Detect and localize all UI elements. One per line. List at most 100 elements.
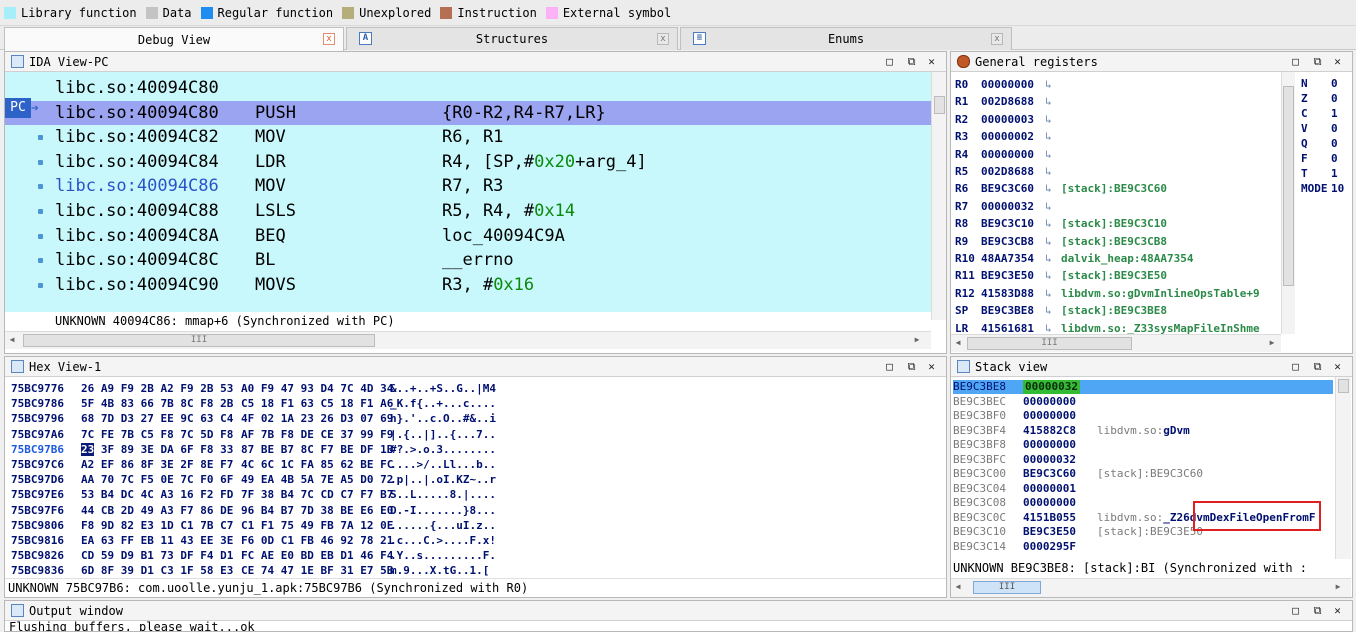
hex-bytes[interactable]: EA 63 FF EB 11 43 EE 3E <box>81 533 233 548</box>
hex-row[interactable]: 75BC9786 5F 4B 83 66 7B 8C F8 2B C5 18 F1 … <box>11 396 941 411</box>
maximize-icon[interactable]: ⧉ <box>905 55 918 68</box>
asm-line[interactable]: libc.so:40094C80 PUSH {R0-R2,R4-R7,LR} <box>5 100 931 125</box>
flag-row[interactable]: N0 <box>1301 76 1351 91</box>
hex-bytes[interactable]: 4C 6C 1C FA 85 62 BE FC <box>241 457 393 472</box>
stack-row[interactable]: BE9C3BF0 00000000 <box>953 409 1333 423</box>
hex-bytes[interactable]: 5F 4B 83 66 7B 8C F8 2B <box>81 396 233 411</box>
vertical-scrollbar[interactable] <box>1335 377 1351 559</box>
jump-arrow-icon[interactable]: ↳ <box>1045 267 1052 284</box>
stack-row[interactable]: BE9C3C14 0000295F <box>953 540 1333 554</box>
hex-row[interactable]: 75BC97C6 A2 EF 86 8F 3E 2F 8E F7 4C 6C 1C … <box>11 457 941 472</box>
flag-row[interactable]: T1 <box>1301 166 1351 181</box>
hex-bytes[interactable]: 44 CB 2D 49 A3 F7 86 DE <box>81 503 233 518</box>
maximize-icon[interactable]: ⧉ <box>1311 55 1324 68</box>
hex-row[interactable]: 75BC97F6 44 CB 2D 49 A3 F7 86 DE 96 B4 B7 … <box>11 503 941 518</box>
asm-line[interactable]: libc.so:40094C82 MOV R6, R1 <box>5 125 931 149</box>
scroll-left-icon[interactable]: ◀ <box>951 338 965 347</box>
scroll-right-icon[interactable]: ▶ <box>1265 338 1279 347</box>
hex-ascii[interactable]: ....>/..Ll...b.. <box>390 457 496 472</box>
hex-ascii[interactable]: S..L.....8.|.... <box>390 487 496 502</box>
jump-arrow-icon[interactable]: ↳ <box>1045 215 1052 232</box>
asm-line[interactable]: libc.so:40094C88 LSLS R5, R4, #0x14 <box>5 199 931 223</box>
scroll-right-icon[interactable]: ▶ <box>910 335 924 344</box>
hex-row[interactable]: 75BC97B6 23 3F 89 3E DA 6F F8 33 87 BE B7 … <box>11 442 941 457</box>
close-icon[interactable]: ✕ <box>1331 55 1344 68</box>
horizontal-scrollbar[interactable]: ◀ III ▶ <box>951 578 1351 597</box>
jump-arrow-icon[interactable]: ↳ <box>1045 250 1052 267</box>
asm-line[interactable]: libc.so:40094C8C BL __errno <box>5 248 931 272</box>
hex-bytes[interactable]: A0 F9 47 93 D4 7C 4D 34 <box>241 381 393 396</box>
close-icon[interactable]: ✕ <box>1331 360 1344 373</box>
horizontal-scrollbar[interactable]: ◀ III ▶ <box>5 331 931 349</box>
maximize-icon[interactable]: ⧉ <box>1311 360 1324 373</box>
flag-row[interactable]: MODE 10 <box>1301 181 1351 196</box>
close-icon[interactable]: ✕ <box>925 55 938 68</box>
hex-ascii[interactable]: ......{...uI.z.. <box>390 518 496 533</box>
stack-row[interactable]: BE9C3BEC 00000000 <box>953 395 1333 409</box>
hex-ascii[interactable]: .p|..|.oI.KZ~..r <box>390 472 496 487</box>
hex-row[interactable]: 75BC9776 26 A9 F9 2B A2 F9 2B 53 A0 F9 47 … <box>11 381 941 396</box>
hex-bytes[interactable]: F6 0D C1 FB 46 92 78 21 <box>241 533 393 548</box>
stack-row[interactable]: BE9C3BE8 00000032 <box>953 380 1333 394</box>
hex-bytes[interactable]: AF 7B F8 DE CE 37 99 F9 <box>241 427 393 442</box>
stack-row[interactable]: BE9C3C04 00000001 <box>953 482 1333 496</box>
flag-row[interactable]: C1 <box>1301 106 1351 121</box>
hex-bytes[interactable]: 49 EA 4B 5A 7E A5 D0 72 <box>241 472 393 487</box>
scroll-right-icon[interactable]: ▶ <box>1331 582 1345 591</box>
breakpoint-dot[interactable] <box>38 258 43 264</box>
hex-ascii[interactable]: h}.'..c.O..#&..i <box>390 411 496 426</box>
scroll-thumb[interactable]: III <box>967 337 1132 350</box>
asm-line[interactable]: libc.so:40094C90 MOVS R3, #0x16 <box>5 273 931 297</box>
hex-ascii[interactable]: #?.>.o.3........ <box>390 442 496 457</box>
close-icon[interactable]: ✕ <box>925 360 938 373</box>
hex-ascii[interactable]: _K.f{..+...c.... <box>390 396 496 411</box>
asm-line[interactable]: libc.so:40094C86 MOV R7, R3 <box>5 174 931 198</box>
hex-ascii[interactable]: m.9...X.tG..1.[ <box>390 563 489 578</box>
asm-line[interactable]: libc.so:40094C8A BEQ loc_40094C9A <box>5 224 931 248</box>
hex-row[interactable]: 75BC9806 F8 9D 82 E3 1D C1 7B C7 C1 F1 75 … <box>11 518 941 533</box>
hex-bytes[interactable]: 7F 38 B4 7C CD C7 F7 B7 <box>241 487 393 502</box>
hex-ascii[interactable]: |.{..|]..{...7.. <box>390 427 496 442</box>
hex-row[interactable]: 75BC97A6 7C FE 7B C5 F8 7C 5D F8 AF 7B F8 … <box>11 427 941 442</box>
hex-row[interactable]: 75BC9796 68 7D D3 27 EE 9C 63 C4 4F 02 1A … <box>11 411 941 426</box>
hex-ascii[interactable]: D.-I.......}8... <box>390 503 496 518</box>
close-icon[interactable]: ✕ <box>1331 604 1344 617</box>
hex-row[interactable]: 75BC9826 CD 59 D9 B1 73 DF F4 D1 FC AE E0 … <box>11 548 941 563</box>
hex-bytes[interactable]: AA 70 7C F5 0E 7C F0 6F <box>81 472 233 487</box>
scroll-left-icon[interactable]: ◀ <box>5 335 19 344</box>
breakpoint-dot[interactable] <box>38 159 43 165</box>
scroll-thumb[interactable]: III <box>973 581 1041 594</box>
stack-row[interactable]: BE9C3BF4 415882C8 libdvm.so:gDvm <box>953 424 1333 438</box>
breakpoint-dot[interactable] <box>38 282 43 288</box>
register-row[interactable]: SP BE9C3BE8 ↳ [stack]:BE9C3BE8 <box>955 302 1281 319</box>
jump-arrow-icon[interactable]: ↳ <box>1045 285 1052 302</box>
hex-bytes[interactable]: 26 A9 F9 2B A2 F9 2B 53 <box>81 381 233 396</box>
tab-debug-view[interactable]: Debug View x <box>4 27 344 51</box>
restore-icon[interactable]: □ <box>883 360 896 373</box>
maximize-icon[interactable]: ⧉ <box>1311 604 1324 617</box>
hex-bytes[interactable]: F8 9D 82 E3 1D C1 7B C7 <box>81 518 233 533</box>
register-row[interactable]: R9 BE9C3CB8 ↳ [stack]:BE9C3CB8 <box>955 233 1281 250</box>
hex-row[interactable]: 75BC97D6 AA 70 7C F5 0E 7C F0 6F 49 EA 4B … <box>11 472 941 487</box>
restore-icon[interactable]: □ <box>1289 360 1302 373</box>
hex-bytes[interactable]: FC AE E0 BD EB D1 46 F4 <box>241 548 393 563</box>
jump-arrow-icon[interactable]: ↳ <box>1045 233 1052 250</box>
scroll-thumb[interactable] <box>1338 379 1349 393</box>
stack-list[interactable]: BE9C3BE8 00000032 BE9C3BEC 00000000 BE9C3BF0… <box>951 380 1335 558</box>
register-row[interactable]: R12 41583D88 ↳ libdvm.so:gDvmInlineOpsTable… <box>955 285 1281 302</box>
vertical-scrollbar[interactable] <box>931 72 946 320</box>
breakpoint-dot[interactable] <box>38 233 43 239</box>
hex-bytes[interactable]: CE 74 47 1E BF 31 E7 5B <box>241 563 393 578</box>
tab-structures[interactable]: A Structures x <box>346 27 678 50</box>
hex-bytes[interactable]: C5 18 F1 63 C5 18 F1 A6 <box>241 396 393 411</box>
hex-row[interactable]: 75BC9816 EA 63 FF EB 11 43 EE 3E F6 0D C1 … <box>11 533 941 548</box>
hex-bytes[interactable]: C1 F1 75 49 FB 7A 12 0E <box>241 518 393 533</box>
asm-line[interactable]: libc.so:40094C84 LDR R4, [SP,#0x20+arg_4] <box>5 150 931 174</box>
stack-row[interactable]: BE9C3BFC 00000032 <box>953 453 1333 467</box>
restore-icon[interactable]: □ <box>1289 604 1302 617</box>
asm-line[interactable]: libc.so:40094C80 <box>5 76 931 100</box>
register-row[interactable]: R8 BE9C3C10 ↳ [stack]:BE9C3C10 <box>955 215 1281 232</box>
close-icon[interactable]: x <box>991 33 1003 45</box>
hex-bytes[interactable]: 53 B4 DC 4C A3 16 F2 FD <box>81 487 233 502</box>
hex-ascii[interactable]: .c...C.>....F.x! <box>390 533 496 548</box>
